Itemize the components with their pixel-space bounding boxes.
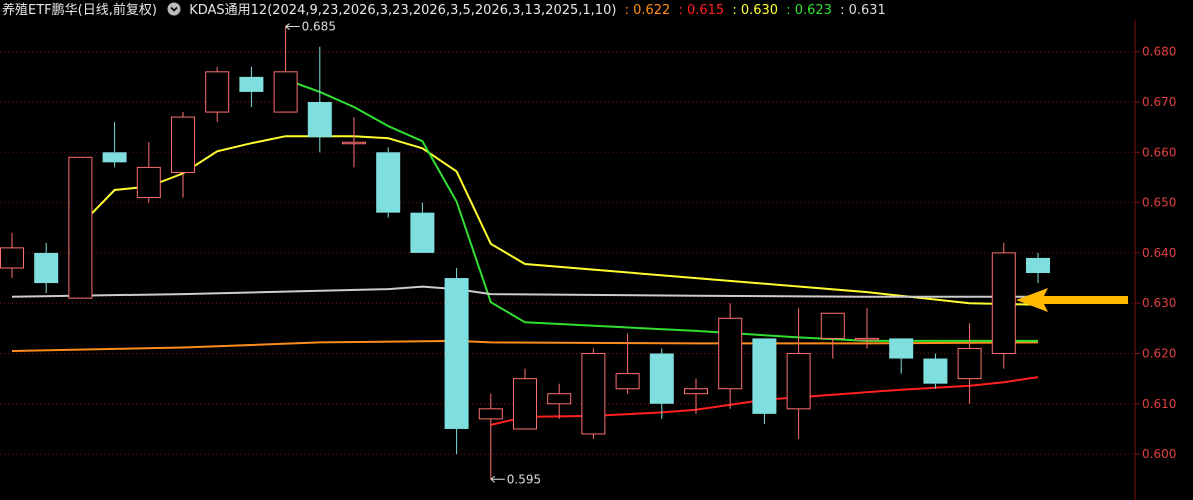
annotation-label: 0.595 xyxy=(507,472,541,486)
candle-body xyxy=(68,156,93,299)
candle xyxy=(718,303,743,409)
candle xyxy=(239,66,264,108)
candle-body xyxy=(820,312,845,339)
candle xyxy=(889,338,914,374)
candle-body xyxy=(136,166,161,199)
candle-body xyxy=(718,317,743,390)
candle xyxy=(273,26,298,113)
candle-body xyxy=(102,152,127,163)
candle xyxy=(307,46,332,153)
candle-body xyxy=(957,347,982,380)
candle-body xyxy=(991,252,1016,354)
candle xyxy=(923,353,948,389)
candle xyxy=(581,348,606,440)
candle xyxy=(1026,252,1050,284)
candle xyxy=(786,308,811,440)
annotation-pointer xyxy=(285,23,300,30)
candle-body xyxy=(581,353,606,435)
candle-body xyxy=(342,141,366,145)
candle xyxy=(136,142,161,203)
candle xyxy=(102,122,127,168)
y-tick-label: 0.680 xyxy=(1142,45,1176,59)
candle-body xyxy=(410,212,435,253)
candle xyxy=(205,66,230,123)
candlestick-chart: 0.680 0.670 0.660 0.650 0.640 0.630 0.620 0.610… xyxy=(0,20,1176,500)
candle xyxy=(410,202,435,253)
candle-body xyxy=(649,353,674,404)
arrow-marker xyxy=(1016,288,1128,312)
candle-body xyxy=(1026,257,1050,274)
candle xyxy=(752,338,777,424)
candle-body xyxy=(684,388,708,395)
y-tick-label: 0.630 xyxy=(1142,296,1176,310)
candle-body xyxy=(34,252,59,284)
y-tick-label: 0.610 xyxy=(1142,397,1176,411)
candle xyxy=(820,312,845,359)
candle-body xyxy=(786,353,811,410)
indicator-line-3 xyxy=(79,135,1039,306)
candle xyxy=(171,112,195,198)
candle-body xyxy=(0,247,24,269)
candle xyxy=(649,348,674,419)
candle-body xyxy=(273,71,298,113)
y-tick-label: 0.640 xyxy=(1142,246,1176,260)
candle-body xyxy=(513,378,537,430)
grid-layer xyxy=(0,20,1136,500)
candle-body xyxy=(307,102,332,138)
candle-body xyxy=(478,408,503,420)
candle-body xyxy=(923,358,948,384)
candle xyxy=(68,156,93,299)
candle xyxy=(991,242,1016,369)
y-tick-label: 0.600 xyxy=(1142,447,1176,461)
y-tick-label: 0.650 xyxy=(1142,196,1176,210)
y-tick-label: 0.670 xyxy=(1142,95,1176,109)
y-tick-label: 0.660 xyxy=(1142,145,1176,159)
candle xyxy=(547,383,572,419)
arrow-icon xyxy=(1016,288,1128,312)
candle xyxy=(0,232,24,279)
candle xyxy=(342,117,366,168)
candle-body xyxy=(239,76,264,92)
candle-body xyxy=(205,71,230,113)
annotation-label: 0.685 xyxy=(302,20,336,34)
candle-body xyxy=(376,152,401,213)
candle xyxy=(513,368,537,430)
candle-body xyxy=(171,116,195,173)
candle xyxy=(34,242,59,294)
indicator-line-1 xyxy=(11,339,1039,352)
candle-body xyxy=(615,373,640,390)
candle-body xyxy=(444,278,469,429)
candle xyxy=(444,267,469,455)
indicator-line-5 xyxy=(11,285,1038,298)
candle-body xyxy=(752,338,777,414)
y-tick-label: 0.620 xyxy=(1142,347,1176,361)
candle xyxy=(957,323,982,404)
candle-body xyxy=(855,337,879,341)
candle xyxy=(376,147,401,218)
candle xyxy=(478,393,503,480)
candle-body xyxy=(547,393,572,405)
price-axis: 0.680 0.670 0.660 0.650 0.640 0.630 0.620 0.610… xyxy=(1135,45,1176,461)
annotation-pointer xyxy=(490,475,505,483)
candle-body xyxy=(889,338,914,359)
